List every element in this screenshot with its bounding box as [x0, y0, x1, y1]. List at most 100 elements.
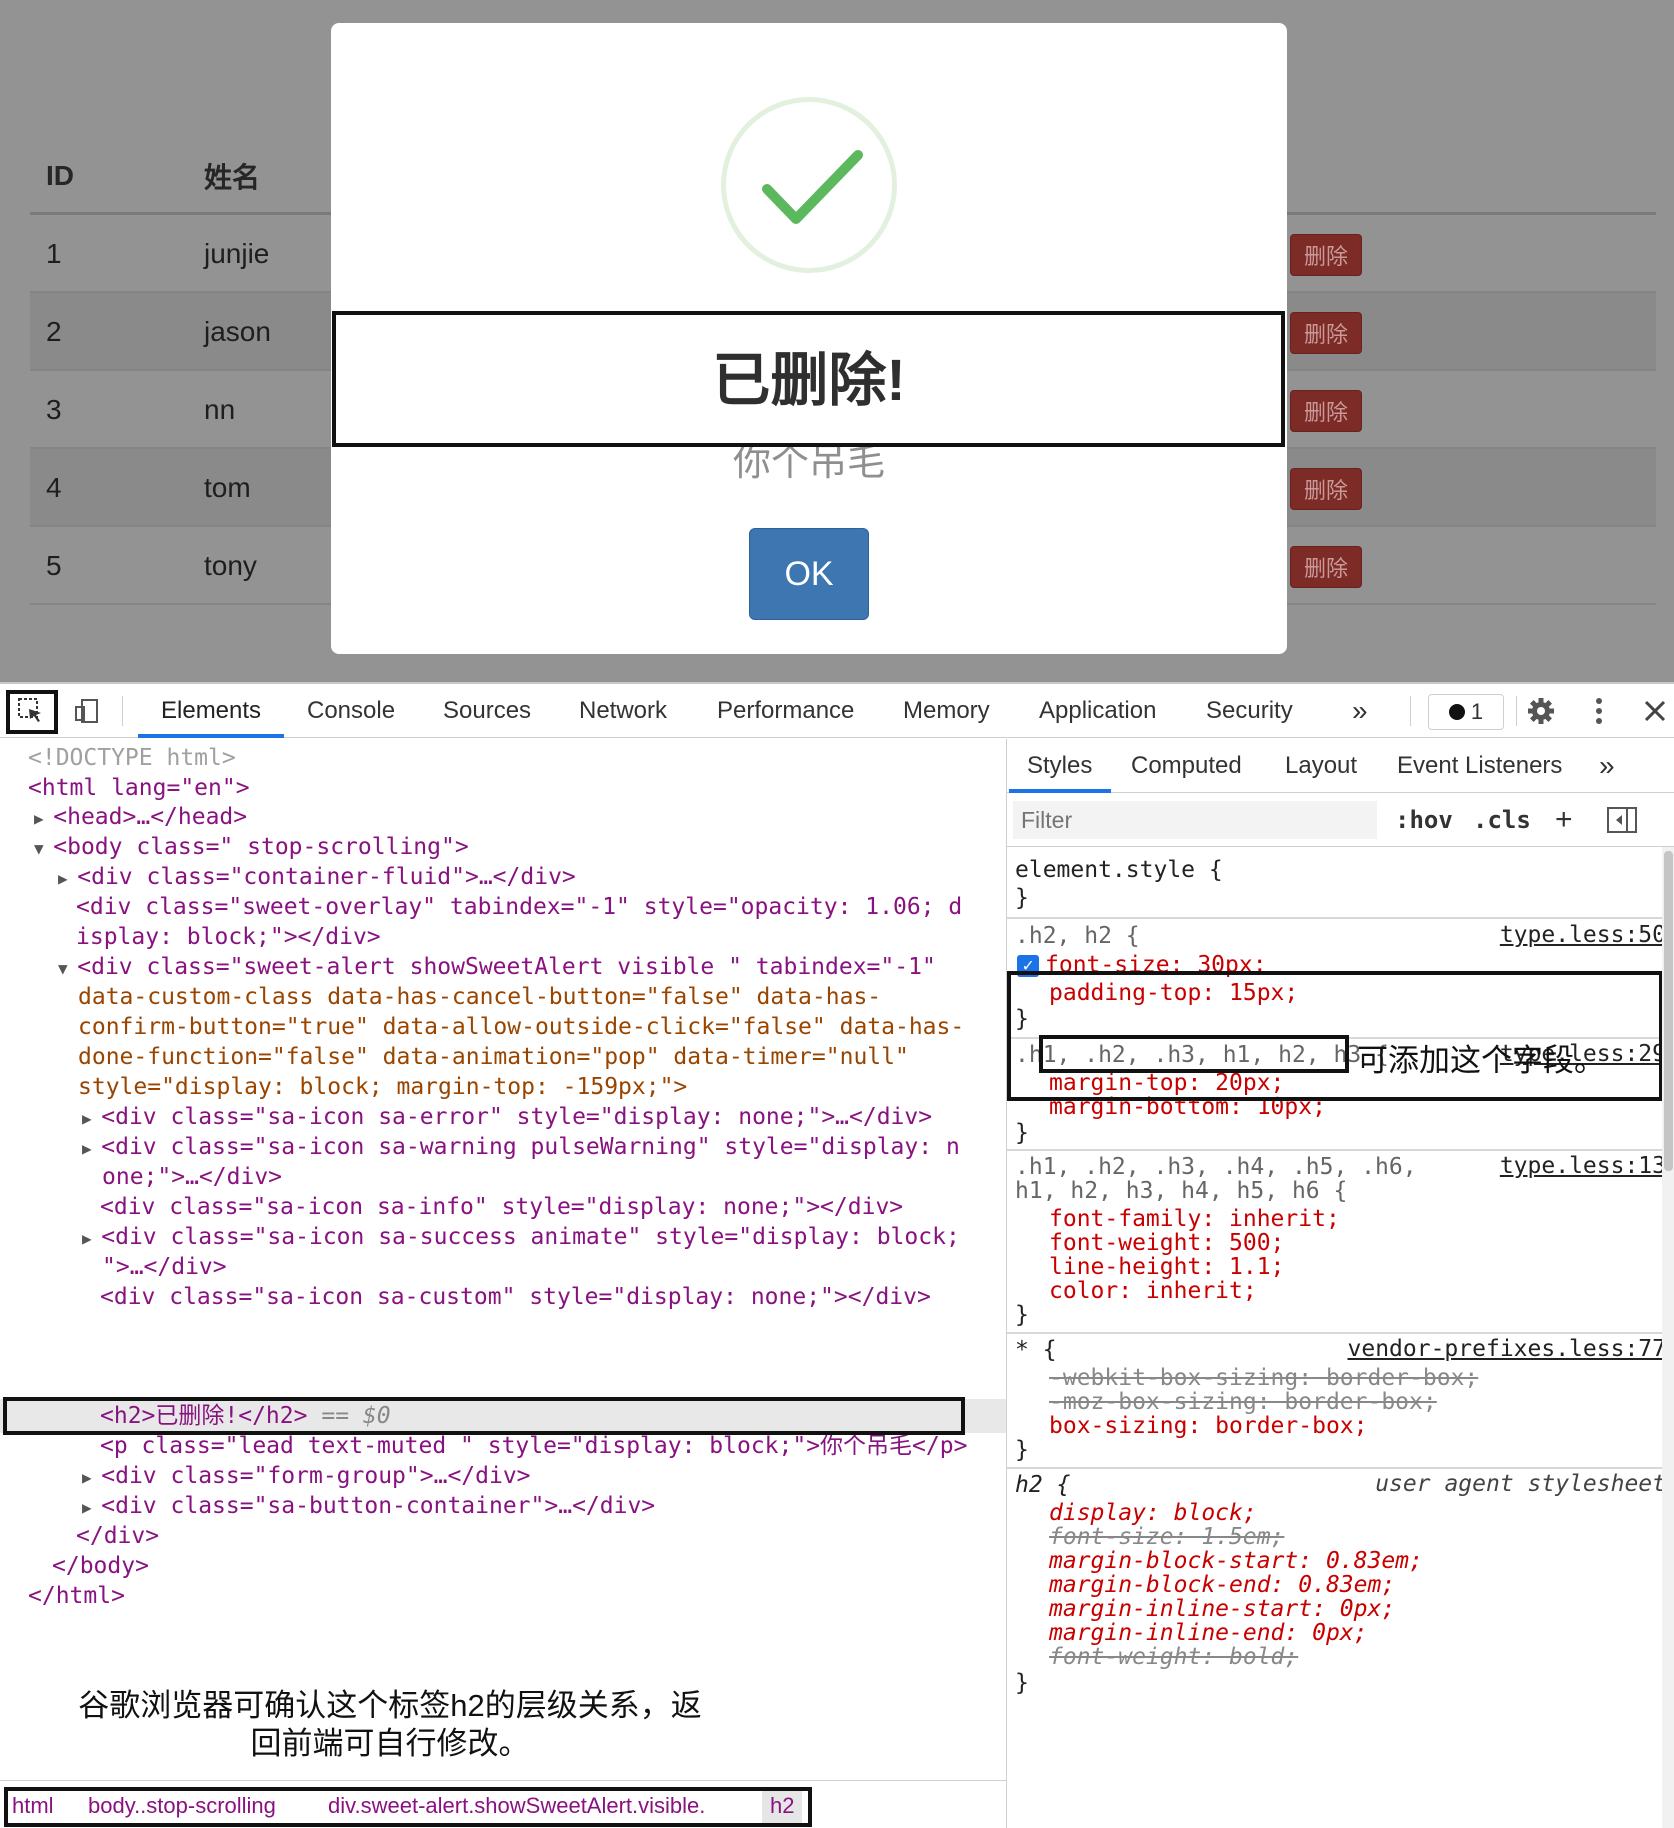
more-options-icon[interactable]: [1580, 692, 1618, 730]
expand-triangle-icon[interactable]: ▶: [82, 1468, 101, 1487]
toolbar-separator: [1410, 696, 1411, 726]
dom-line[interactable]: isplay: block;"></div>: [0, 922, 1006, 952]
css-selector[interactable]: .h2, h2 {: [1015, 922, 1140, 950]
rule-divider: [1007, 1467, 1667, 1469]
dom-line[interactable]: ▶ <div class="sa-button-container">…</di…: [0, 1491, 1006, 1521]
delete-button[interactable]: 删除: [1290, 468, 1362, 510]
dom-line[interactable]: <p class="lead text-muted " style="displ…: [0, 1431, 1006, 1461]
dom-line[interactable]: <div class="sa-icon sa-info" style="disp…: [0, 1192, 1006, 1222]
dom-line[interactable]: ▶ <head>…</head>: [0, 802, 1006, 832]
dom-line[interactable]: done-function="false" data-animation="po…: [0, 1042, 1006, 1072]
tab-network[interactable]: Network: [579, 684, 667, 738]
dom-line[interactable]: </body>: [0, 1551, 1006, 1581]
expand-triangle-icon[interactable]: ▶: [82, 1139, 101, 1158]
css-rule-element-style[interactable]: element.style {: [1015, 856, 1223, 884]
hov-toggle[interactable]: :hov: [1395, 801, 1453, 839]
css-property[interactable]: color: inherit;: [1049, 1277, 1257, 1305]
css-selector[interactable]: * {: [1015, 1336, 1057, 1364]
tab-computed[interactable]: Computed: [1131, 739, 1242, 793]
more-tabs-icon[interactable]: »: [1352, 684, 1368, 738]
dom-line[interactable]: ▼ <body class=" stop-scrolling">: [0, 832, 1006, 862]
dom-line[interactable]: one;">…</div>: [0, 1162, 1006, 1192]
doctype-text: <!DOCTYPE html>: [28, 745, 236, 771]
dom-line[interactable]: <html lang="en">: [0, 773, 1006, 803]
row-name: tom: [204, 472, 251, 503]
scrollbar-thumb[interactable]: [1664, 851, 1673, 1171]
expand-triangle-icon[interactable]: ▶: [82, 1229, 101, 1248]
more-tabs-icon[interactable]: »: [1599, 739, 1615, 793]
tab-sources[interactable]: Sources: [443, 684, 531, 738]
css-selector[interactable]: h1, h2, h3, h4, h5, h6 {: [1015, 1177, 1347, 1205]
tab-styles[interactable]: Styles: [1027, 739, 1092, 793]
dom-line[interactable]: style="display: block; margin-top: -159p…: [0, 1072, 1006, 1102]
row-id: 1: [46, 238, 62, 269]
dom-text: <div class="sa-icon sa-error" style="dis…: [101, 1104, 933, 1130]
tab-performance[interactable]: Performance: [717, 684, 854, 738]
dom-line[interactable]: ▶ <div class="sa-icon sa-error" style="d…: [0, 1102, 1006, 1132]
new-style-rule-icon[interactable]: +: [1555, 801, 1573, 839]
css-source-link[interactable]: type.less:50: [1500, 922, 1666, 948]
dom-line[interactable]: <div class="sweet-overlay" tabindex="-1"…: [0, 892, 1006, 922]
cls-toggle[interactable]: .cls: [1473, 801, 1531, 839]
dom-line[interactable]: ▶ <div class="container-fluid">…</div>: [0, 862, 1006, 892]
expand-triangle-icon[interactable]: ▶: [82, 1498, 101, 1517]
close-icon[interactable]: [1636, 692, 1674, 730]
breadcrumb: html body..stop-scrolling div.sweet-aler…: [0, 1780, 1006, 1828]
device-toolbar-icon[interactable]: [68, 692, 106, 730]
toggle-sidebar-icon[interactable]: [1607, 801, 1637, 839]
collapse-triangle-icon[interactable]: ▼: [34, 839, 53, 858]
annotation-note-right: 可添加这个字段。: [1357, 1043, 1605, 1078]
dom-line[interactable]: <div class="sa-icon sa-custom" style="di…: [0, 1282, 1006, 1312]
breadcrumb-highlight-box: [4, 1787, 812, 1827]
tab-layout[interactable]: Layout: [1285, 739, 1357, 793]
dom-line[interactable]: ▶ <div class="sa-icon sa-warning pulseWa…: [0, 1132, 1006, 1162]
issues-badge[interactable]: 1: [1428, 694, 1504, 730]
dom-line[interactable]: confirm-button="true" data-allow-outside…: [0, 1012, 1006, 1042]
active-tab-indicator: [138, 734, 284, 738]
rule-divider: [1007, 917, 1667, 919]
filter-input[interactable]: [1013, 801, 1377, 839]
table-header-id: ID: [46, 160, 74, 191]
dom-text: <head>…</head>: [53, 804, 248, 830]
dom-line[interactable]: data-custom-class data-has-cancel-button…: [0, 982, 1006, 1012]
tab-application[interactable]: Application: [1039, 684, 1156, 738]
dom-line[interactable]: ▶ <div class="sa-icon sa-success animate…: [0, 1222, 1006, 1252]
dom-line[interactable]: ">…</div>: [0, 1252, 1006, 1282]
dom-line[interactable]: </div>: [0, 1521, 1006, 1551]
row-name: nn: [204, 394, 236, 425]
css-property-overridden[interactable]: font-weight: bold;: [1049, 1643, 1298, 1671]
dom-line[interactable]: ▶ <div class="form-group">…</div>: [0, 1461, 1006, 1491]
css-source-link[interactable]: type.less:13: [1500, 1153, 1666, 1179]
expand-triangle-icon[interactable]: ▶: [82, 1109, 101, 1128]
styles-tabs: Styles Computed Layout Event Listeners »: [1007, 739, 1674, 793]
table-header-name: 姓名: [204, 162, 261, 193]
tab-event-listeners[interactable]: Event Listeners: [1397, 739, 1562, 793]
css-rule-close: }: [1015, 1302, 1029, 1328]
delete-button[interactable]: 删除: [1290, 546, 1362, 588]
tab-elements[interactable]: Elements: [161, 684, 261, 738]
dom-line[interactable]: <!DOCTYPE html>: [0, 743, 1006, 773]
expand-triangle-icon[interactable]: ▶: [58, 869, 77, 888]
delete-button[interactable]: 删除: [1290, 390, 1362, 432]
css-rule-close: }: [1015, 1670, 1029, 1696]
delete-button[interactable]: 删除: [1290, 234, 1362, 276]
expand-triangle-icon[interactable]: ▶: [34, 809, 53, 828]
styles-scrollbar[interactable]: [1662, 847, 1674, 1828]
css-selector[interactable]: h2 {: [1015, 1471, 1070, 1499]
css-rule-close: }: [1015, 1120, 1029, 1146]
css-property[interactable]: box-sizing: border-box;: [1049, 1412, 1368, 1440]
collapse-triangle-icon[interactable]: ▼: [58, 959, 77, 978]
css-source-link[interactable]: vendor-prefixes.less:77: [1348, 1336, 1667, 1362]
settings-gear-icon[interactable]: [1522, 692, 1560, 730]
tab-security[interactable]: Security: [1206, 684, 1293, 738]
dom-line[interactable]: ▼ <div class="sweet-alert showSweetAlert…: [0, 952, 1006, 982]
property-highlight-box: [1039, 1035, 1349, 1073]
tab-memory[interactable]: Memory: [903, 684, 990, 738]
row-id: 2: [46, 316, 62, 347]
inspect-highlight-box: [6, 690, 58, 734]
ok-button[interactable]: OK: [749, 528, 869, 620]
dom-line[interactable]: </html>: [0, 1581, 1006, 1611]
devtools-panel: Elements Console Sources Network Perform…: [0, 682, 1674, 1828]
delete-button[interactable]: 删除: [1290, 312, 1362, 354]
tab-console[interactable]: Console: [307, 684, 395, 738]
